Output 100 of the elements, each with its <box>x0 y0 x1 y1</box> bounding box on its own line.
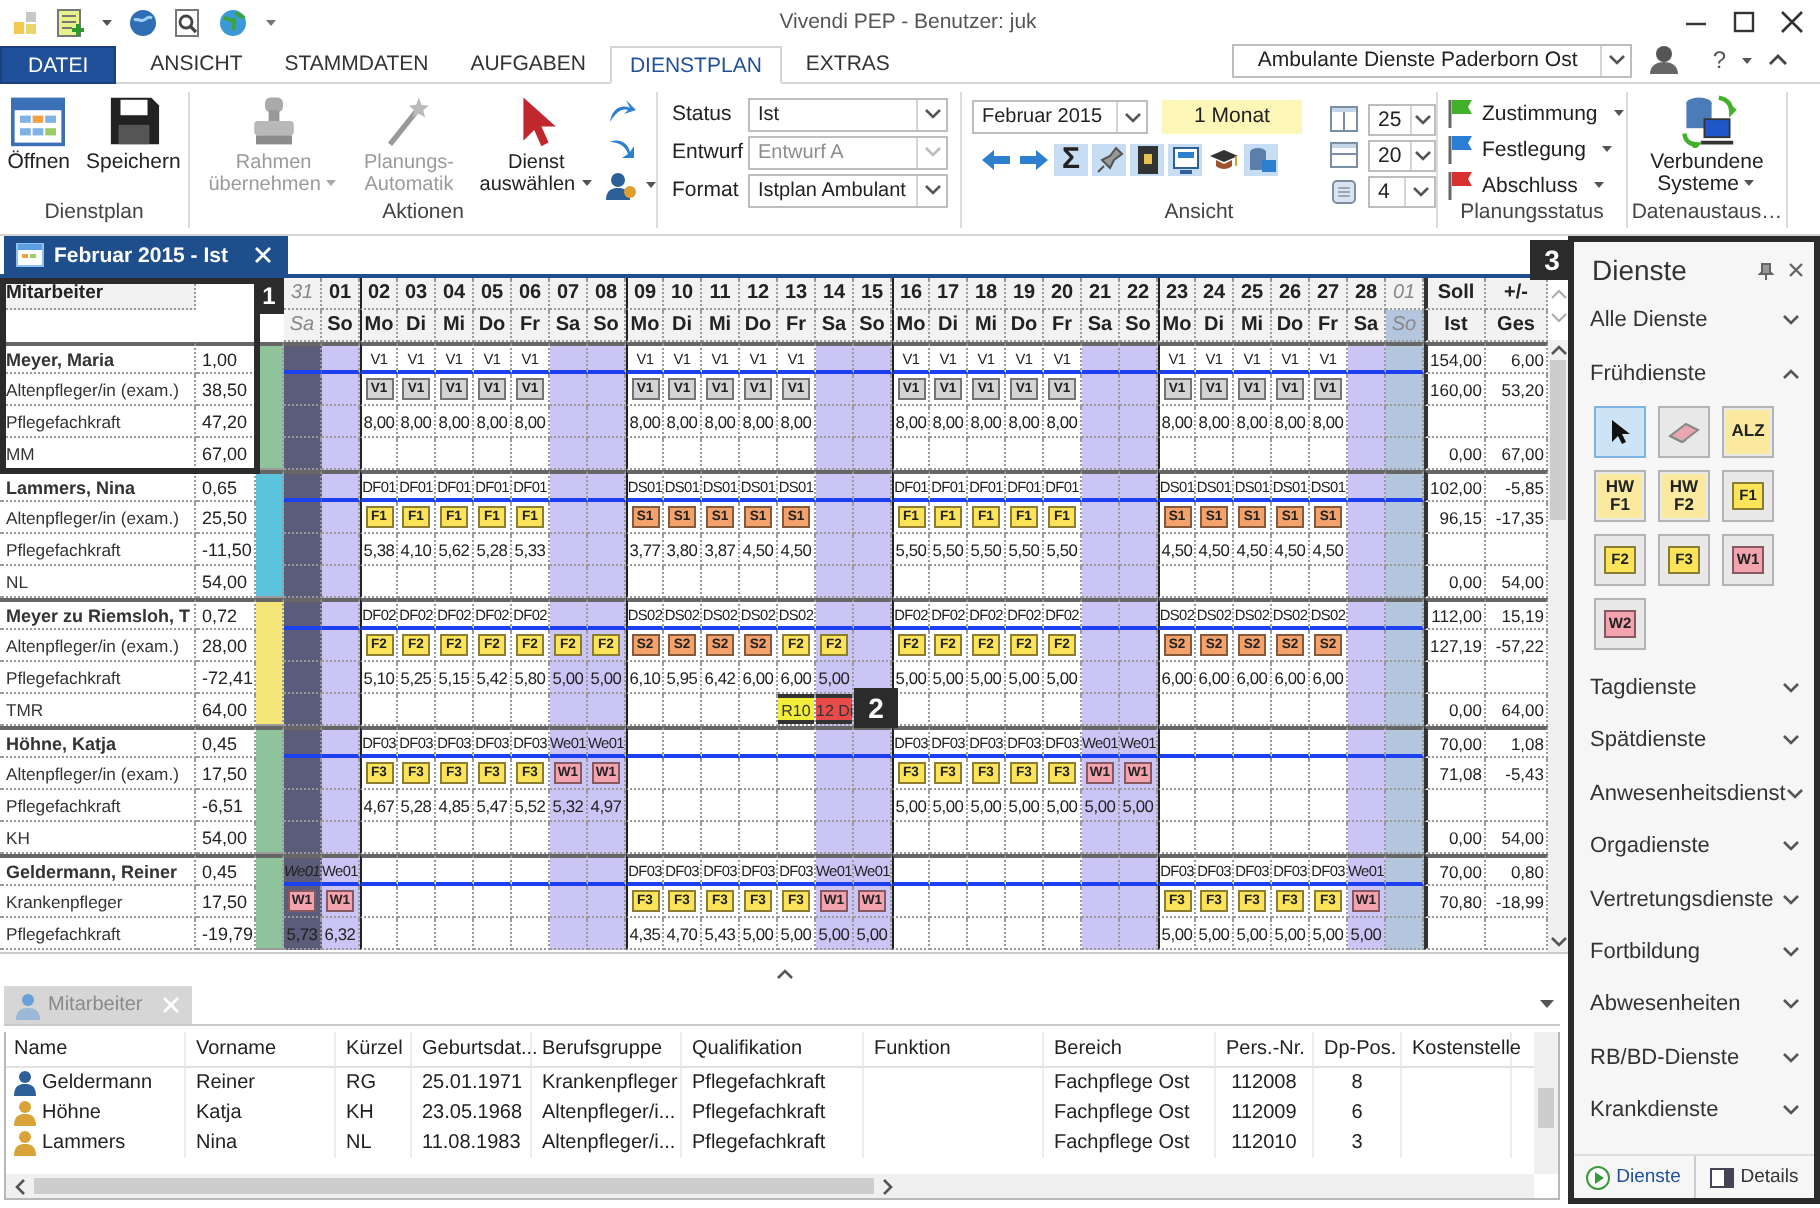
schedule-cell <box>1120 694 1158 726</box>
schedule-cell <box>1006 438 1044 470</box>
document-tab[interactable]: Februar 2015 - Ist <box>4 236 288 274</box>
schedule-cell <box>398 854 436 886</box>
column-header[interactable]: Berufsgruppe <box>532 1032 682 1066</box>
status-button[interactable]: Zustimmung <box>1446 98 1624 128</box>
day-number: 23 <box>1158 278 1196 310</box>
schedule-cell: 4,50 <box>1196 534 1234 566</box>
column-header[interactable]: Bereich <box>1044 1032 1216 1066</box>
section-header[interactable]: Fortbildung <box>1574 925 1814 979</box>
column-header[interactable]: Kürzel <box>336 1032 412 1066</box>
schedule-cell: 5,62 <box>436 534 474 566</box>
toolbar-button[interactable] <box>1130 144 1164 176</box>
dropdown-icon[interactable] <box>1540 1000 1554 1008</box>
schedule-cell: 4,50 <box>740 534 778 566</box>
scrollbar[interactable] <box>6 1174 1534 1198</box>
select-shift-button[interactable]: Dienst auswählen <box>468 92 604 198</box>
panel-tab[interactable]: Dienste <box>1574 1156 1693 1198</box>
section-header[interactable]: Abwesenheiten <box>1574 978 1814 1032</box>
column-header[interactable]: Qualifikation <box>682 1032 864 1066</box>
column-header[interactable]: Name <box>6 1032 186 1066</box>
ribbon-tab[interactable]: AUFGABEN <box>452 46 604 84</box>
open-button[interactable]: Öffnen <box>1 92 77 176</box>
ribbon-tab[interactable]: EXTRAS <box>787 46 908 84</box>
caret-icon[interactable] <box>264 17 278 27</box>
schedule-cell <box>1386 534 1424 566</box>
section-header[interactable]: Anwesenheitsdienst <box>1574 767 1814 820</box>
schedule-cell <box>322 342 360 374</box>
user-gear-icon[interactable] <box>606 170 638 200</box>
column-header[interactable]: Geburtsdat... <box>412 1032 532 1066</box>
column-header: +/- <box>1486 278 1548 310</box>
toolbar-button[interactable] <box>1092 144 1126 176</box>
schedule-cell <box>702 694 740 726</box>
month-dropdown[interactable]: Februar 2015 <box>972 100 1148 134</box>
schedule-cell <box>816 822 854 854</box>
ribbon-tab[interactable]: ANSICHT <box>132 46 261 84</box>
connected-systems-button[interactable]: Verbundene Systeme <box>1635 92 1779 198</box>
schedule-cell: 5,00 <box>778 918 816 950</box>
section-header[interactable]: Frühdienste <box>1574 346 1814 400</box>
number-dropdown[interactable]: 25 <box>1368 103 1436 135</box>
schedule-cell <box>968 918 1006 950</box>
ribbon-tab[interactable]: STAMMDATEN <box>266 46 447 84</box>
caret-icon <box>324 180 339 189</box>
total-cell: 112,00 <box>1424 598 1486 630</box>
schedule-cell: 5,00 <box>1044 662 1082 694</box>
schedule-cell <box>1272 822 1310 854</box>
schedule-cell <box>626 790 664 822</box>
section-header[interactable]: Spätdienste <box>1574 714 1814 768</box>
expand-up-icon[interactable] <box>775 968 793 980</box>
number-dropdown[interactable]: 20 <box>1368 139 1436 171</box>
status-button[interactable]: Abschluss <box>1446 170 1604 200</box>
close-icon[interactable] <box>1780 10 1804 34</box>
scroll-thumb[interactable] <box>1550 360 1566 520</box>
section-header[interactable]: Alle Dienste <box>1574 294 1814 347</box>
file-tab[interactable]: DATEI <box>0 46 117 84</box>
schedule-cell: 5,00 <box>854 918 892 950</box>
location-dropdown[interactable]: Ambulante Dienste Paderborn Ost <box>1232 43 1633 77</box>
schedule-cell: 4,50 <box>778 534 816 566</box>
section-header[interactable]: Tagdienste <box>1574 661 1814 715</box>
total-cell <box>1424 534 1486 566</box>
tool-button[interactable] <box>1594 405 1646 458</box>
column-header[interactable]: Dp-Pos. <box>1314 1032 1402 1066</box>
document-add-icon[interactable] <box>56 7 86 37</box>
section-header[interactable]: Orgadienste <box>1574 819 1814 873</box>
curved-arrow-icon[interactable] <box>606 134 638 162</box>
panel-tab[interactable]: Details <box>1693 1156 1814 1198</box>
schedule-cell <box>1272 726 1310 758</box>
maximize-icon[interactable] <box>1732 10 1756 34</box>
schedule-cell: 3,77 <box>626 534 664 566</box>
toolbar-button[interactable] <box>1168 144 1202 176</box>
scrollbar[interactable] <box>1534 1032 1558 1174</box>
section-header[interactable]: RB/BD-Dienste <box>1574 1031 1814 1084</box>
save-button[interactable]: Speichern <box>80 92 187 176</box>
number-dropdown[interactable]: 4 <box>1368 175 1436 207</box>
schedule-cell <box>854 822 892 854</box>
schedule-cell <box>1082 598 1120 630</box>
column-header[interactable]: Funktion <box>864 1032 1044 1066</box>
status-button[interactable]: Festlegung <box>1446 134 1612 164</box>
schedule-cell <box>284 438 322 470</box>
pin-icon[interactable] <box>1758 261 1774 279</box>
section-header[interactable]: Vertretungsdienste <box>1574 872 1814 926</box>
schedule-cell: 3,87 <box>702 534 740 566</box>
magnifier-page-icon[interactable] <box>174 7 202 37</box>
schedule-cell <box>322 694 360 726</box>
globe-icon[interactable] <box>218 7 248 37</box>
help-button[interactable]: ? <box>1712 46 1726 74</box>
row-label: Pflegefachkraft <box>0 662 196 694</box>
dropdown-field[interactable]: Ist <box>748 97 948 131</box>
ribbon-tab[interactable]: DIENSTPLAN <box>609 46 782 84</box>
field-label: Format <box>672 178 741 202</box>
scrollbar[interactable] <box>1548 340 1568 952</box>
column-header[interactable]: Vorname <box>186 1032 336 1066</box>
globe-refresh-icon[interactable] <box>128 7 158 37</box>
collapse-ribbon-icon[interactable] <box>1768 54 1788 66</box>
dropdown-field[interactable]: Istplan Ambulant <box>748 173 948 207</box>
sum-button[interactable]: Σ <box>1054 144 1088 176</box>
section-header[interactable]: Krankdienste <box>1574 1083 1814 1137</box>
column-header[interactable]: Pers.-Nr. <box>1216 1032 1314 1066</box>
day-number: 21 <box>1082 278 1120 310</box>
curved-arrow-icon[interactable] <box>606 98 638 126</box>
